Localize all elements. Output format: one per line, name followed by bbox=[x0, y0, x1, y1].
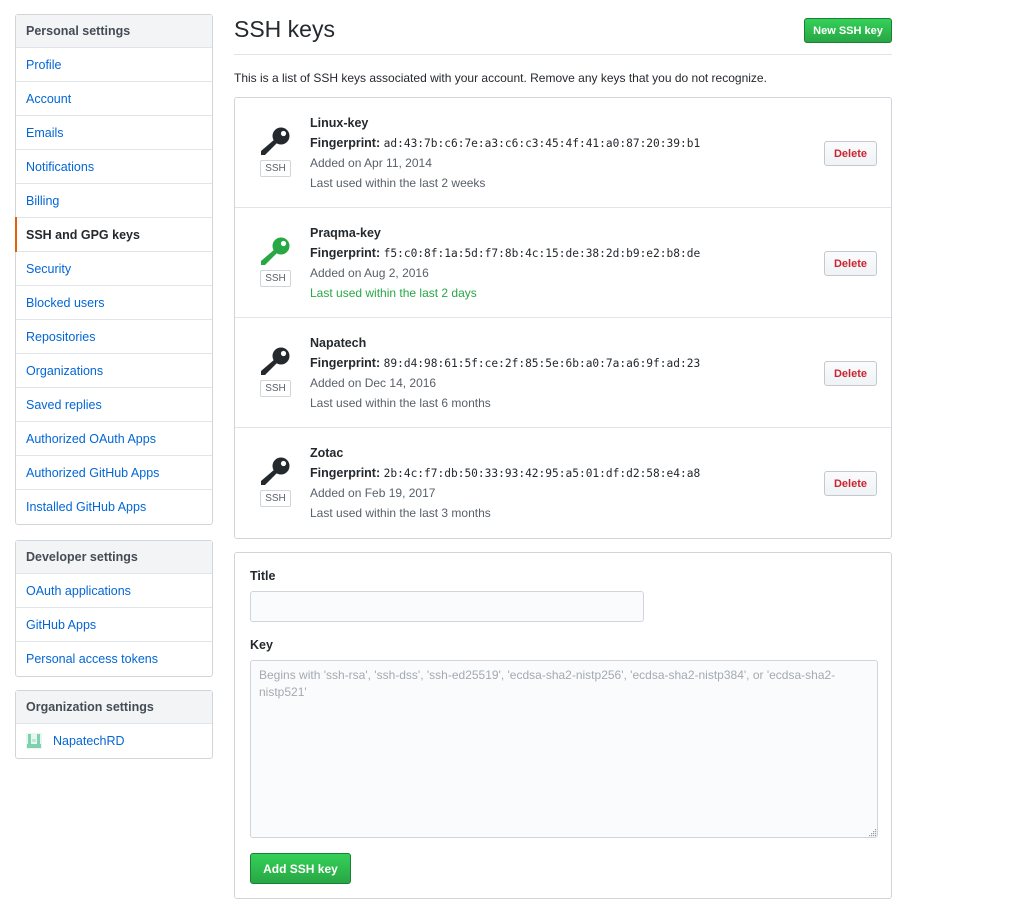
delete-key-button[interactable]: Delete bbox=[824, 251, 877, 276]
fingerprint-value: 2b:4c:f7:db:50:33:93:42:95:a5:01:df:d2:5… bbox=[383, 467, 701, 480]
sidebar-item-organizations[interactable]: Organizations bbox=[16, 354, 212, 388]
ssh-key-row: SSH Zotac Fingerprint: 2b:4c:f7:db:50:33… bbox=[235, 428, 891, 538]
sidebar-item-account[interactable]: Account bbox=[16, 82, 212, 116]
sidebar-item-oauth-applications[interactable]: OAuth applications bbox=[16, 574, 212, 608]
new-ssh-key-button[interactable]: New SSH key bbox=[804, 18, 892, 43]
ssh-badge: SSH bbox=[260, 490, 291, 507]
sidebar-item-notifications[interactable]: Notifications bbox=[16, 150, 212, 184]
sidebar-item-emails[interactable]: Emails bbox=[16, 116, 212, 150]
sidebar-item-repositories[interactable]: Repositories bbox=[16, 320, 212, 354]
organization-settings-heading: Organization settings bbox=[16, 691, 212, 724]
sidebar-item-installed-github-apps[interactable]: Installed GitHub Apps bbox=[16, 490, 212, 524]
key-last-used: Last used within the last 2 days bbox=[310, 286, 477, 300]
sidebar-item-authorized-oauth-apps[interactable]: Authorized OAuth Apps bbox=[16, 422, 212, 456]
title-label: Title bbox=[250, 569, 276, 583]
personal-settings-menu: Personal settings Profile Account Emails… bbox=[15, 14, 213, 525]
key-added-date: Added on Feb 19, 2017 bbox=[310, 486, 436, 500]
add-ssh-key-button[interactable]: Add SSH key bbox=[250, 853, 351, 884]
fingerprint-value: ad:43:7b:c6:7e:a3:c6:c3:45:4f:41:a0:87:2… bbox=[383, 137, 701, 150]
delete-key-button[interactable]: Delete bbox=[824, 361, 877, 386]
sidebar-item-ssh-gpg-keys[interactable]: SSH and GPG keys bbox=[15, 217, 212, 252]
key-title: Napatech bbox=[310, 336, 367, 350]
sidebar-item-personal-access-tokens[interactable]: Personal access tokens bbox=[16, 642, 212, 676]
key-title: Praqma-key bbox=[310, 226, 381, 240]
fingerprint-value: 89:d4:98:61:5f:ce:2f:85:5e:6b:a0:7a:a6:9… bbox=[383, 357, 701, 370]
ssh-key-row: SSH Linux-key Fingerprint: ad:43:7b:c6:7… bbox=[235, 98, 891, 208]
intro-text: This is a list of SSH keys associated wi… bbox=[234, 71, 767, 85]
page-title: SSH keys bbox=[234, 16, 335, 42]
sidebar-item-github-apps[interactable]: GitHub Apps bbox=[16, 608, 212, 642]
ssh-badge: SSH bbox=[260, 160, 291, 177]
key-last-used: Last used within the last 3 months bbox=[310, 506, 491, 520]
fingerprint-label: Fingerprint: bbox=[310, 136, 381, 150]
key-label: Key bbox=[250, 638, 273, 652]
ssh-badge: SSH bbox=[260, 380, 291, 397]
key-icon bbox=[261, 457, 290, 485]
sidebar-item-security[interactable]: Security bbox=[16, 252, 212, 286]
ssh-badge: SSH bbox=[260, 270, 291, 287]
subhead: SSH keys New SSH key bbox=[234, 0, 892, 55]
sidebar-item-authorized-github-apps[interactable]: Authorized GitHub Apps bbox=[16, 456, 212, 490]
sidebar-item-billing[interactable]: Billing bbox=[16, 184, 212, 218]
key-last-used: Last used within the last 6 months bbox=[310, 396, 491, 410]
developer-settings-menu: Developer settings OAuth applications Gi… bbox=[15, 540, 213, 677]
key-icon bbox=[261, 127, 290, 155]
key-fingerprint: Fingerprint: 89:d4:98:61:5f:ce:2f:85:5e:… bbox=[310, 356, 700, 370]
fingerprint-label: Fingerprint: bbox=[310, 466, 381, 480]
key-fingerprint: Fingerprint: ad:43:7b:c6:7e:a3:c6:c3:45:… bbox=[310, 136, 700, 150]
personal-settings-heading: Personal settings bbox=[16, 15, 212, 48]
sidebar-item-saved-replies[interactable]: Saved replies bbox=[16, 388, 212, 422]
key-fingerprint: Fingerprint: 2b:4c:f7:db:50:33:93:42:95:… bbox=[310, 466, 700, 480]
delete-key-button[interactable]: Delete bbox=[824, 471, 877, 496]
add-ssh-key-form: Title Key Add SSH key bbox=[234, 552, 892, 899]
key-fingerprint: Fingerprint: f5:c0:8f:1a:5d:f7:8b:4c:15:… bbox=[310, 246, 700, 260]
org-name-label: NapatechRD bbox=[53, 734, 125, 748]
key-added-date: Added on Dec 14, 2016 bbox=[310, 376, 437, 390]
key-icon bbox=[261, 347, 290, 375]
developer-settings-heading: Developer settings bbox=[16, 541, 212, 574]
ssh-key-row: SSH Napatech Fingerprint: 89:d4:98:61:5f… bbox=[235, 318, 891, 428]
organization-settings-menu: Organization settings NapatechRD bbox=[15, 690, 213, 759]
fingerprint-label: Fingerprint: bbox=[310, 246, 381, 260]
fingerprint-value: f5:c0:8f:1a:5d:f7:8b:4c:15:de:38:2d:b9:e… bbox=[383, 247, 701, 260]
fingerprint-label: Fingerprint: bbox=[310, 356, 381, 370]
key-title: Zotac bbox=[310, 446, 344, 460]
sidebar-item-napatechrd[interactable]: NapatechRD bbox=[16, 724, 212, 758]
sidebar-item-blocked-users[interactable]: Blocked users bbox=[16, 286, 212, 320]
key-added-date: Added on Apr 11, 2014 bbox=[310, 156, 432, 170]
delete-key-button[interactable]: Delete bbox=[824, 141, 877, 166]
key-icon bbox=[261, 237, 290, 265]
ssh-key-list: SSH Linux-key Fingerprint: ad:43:7b:c6:7… bbox=[234, 97, 892, 539]
key-added-date: Added on Aug 2, 2016 bbox=[310, 266, 429, 280]
key-last-used: Last used within the last 2 weeks bbox=[310, 176, 486, 190]
key-textarea[interactable] bbox=[250, 660, 878, 838]
key-title: Linux-key bbox=[310, 116, 369, 130]
resize-grip-icon[interactable] bbox=[869, 829, 877, 837]
sidebar-item-profile[interactable]: Profile bbox=[16, 48, 212, 82]
ssh-key-row: SSH Praqma-key Fingerprint: f5:c0:8f:1a:… bbox=[235, 208, 891, 318]
org-avatar-icon bbox=[26, 733, 42, 749]
title-input[interactable] bbox=[250, 591, 644, 622]
